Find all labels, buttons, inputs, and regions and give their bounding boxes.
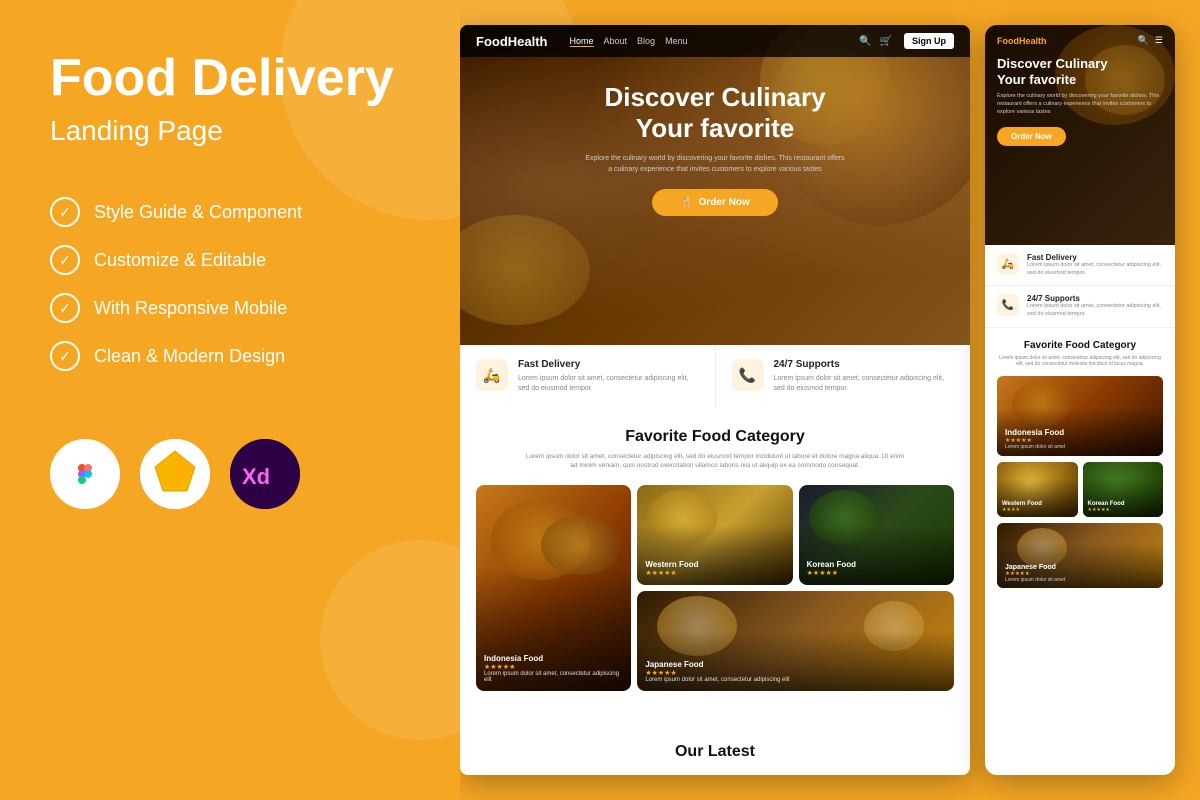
mobile-korean-stars: ★★★★★ [1088,507,1125,513]
hero-desc: Explore the culinary world by discoverin… [585,154,845,175]
support-desc: Lorem ipsum dolor sit amet, consectetur … [774,374,955,394]
mobile-logo: FoodHealth [997,36,1047,46]
food-category-section: Favorite Food Category Lorem ipsum dolor… [460,408,970,729]
mobile-western-name: Western Food [1002,501,1042,507]
mobile-japanese-name: Japanese Food [1005,564,1065,571]
fast-delivery-desc: Lorem ipsum dolor sit amet, consectetur … [518,374,699,394]
mobile-western-stars: ★★★★ [1002,507,1042,513]
desktop-nav: FoodHealth Home About Blog Menu 🔍 🛒 Sign… [460,25,970,57]
category-title: Favorite Food Category [476,428,954,446]
support-icon: 📞 [732,359,764,391]
hero-section: FoodHealth Home About Blog Menu 🔍 🛒 Sign… [460,25,970,345]
fast-delivery-title: Fast Delivery [518,359,699,370]
right-section: FoodHealth Home About Blog Menu 🔍 🛒 Sign… [460,0,1200,800]
signup-button[interactable]: Sign Up [904,33,954,49]
feature-card-delivery: 🛵 Fast Delivery Lorem ipsum dolor sit am… [460,345,716,408]
nav-home[interactable]: Home [570,36,594,47]
food-card-indonesia: Indonesia Food ★★★★★ Lorem ipsum dolor s… [476,485,631,691]
feature-card-support: 📞 24/7 Supports Lorem ipsum dolor sit am… [716,345,971,408]
mobile-preview: FoodHealth 🔍 ☰ Discover Culinary Your fa… [985,25,1175,775]
japanese-food-stars: ★★★★★ [645,669,789,677]
japanese-food-name: Japanese Food [645,660,789,669]
western-food-stars: ★★★★★ [645,569,698,577]
mobile-food-japanese: Japanese Food ★★★★★ Lorem ipsum dolor si… [997,523,1163,588]
indonesia-food-name: Indonesia Food [484,654,623,663]
sketch-icon [140,439,210,509]
our-latest-title: Our Latest [474,743,956,761]
category-desc: Lorem ipsum dolor sit amet, consectetur … [525,452,905,472]
desktop-preview: FoodHealth Home About Blog Menu 🔍 🛒 Sign… [460,25,970,775]
support-title: 24/7 Supports [774,359,955,370]
nav-links: Home About Blog Menu [570,36,688,47]
cart-icon[interactable]: 🛒 [880,36,892,47]
mobile-support-icon: 📞 [997,294,1019,316]
mobile-search-icon[interactable]: 🔍 [1138,35,1149,46]
check-icon-2: ✓ [50,245,80,275]
order-now-button[interactable]: 🍴 Order Now [652,189,778,216]
mobile-indonesia-name: Indonesia Food [1005,428,1065,437]
food-card-korean: Korean Food ★★★★★ [799,485,954,585]
indonesia-food-stars: ★★★★★ [484,663,623,671]
xd-icon: Xd [230,439,300,509]
nav-icons: 🔍 🛒 [859,36,892,47]
food-card-japanese: Japanese Food ★★★★★ Lorem ipsum dolor si… [637,591,954,691]
fork-icon: 🍴 [680,197,692,208]
mobile-hero-title: Discover Culinary Your favorite [997,56,1163,87]
mobile-indonesia-stars: ★★★★★ [1005,437,1065,444]
mobile-nav: FoodHealth 🔍 ☰ [997,35,1163,46]
mobile-delivery-title: Fast Delivery [1027,253,1163,262]
mobile-food-korean: Korean Food ★★★★★ [1083,462,1164,517]
feature-item-1: ✓ Style Guide & Component [50,197,410,227]
hero-title: Discover Culinary Your favorite [490,82,940,144]
nav-about[interactable]: About [604,36,628,47]
check-icon-4: ✓ [50,341,80,371]
mobile-category-title: Favorite Food Category [997,340,1163,351]
svg-text:Xd: Xd [242,464,270,489]
tool-icons: Xd [50,439,410,509]
mobile-hero: FoodHealth 🔍 ☰ Discover Culinary Your fa… [985,25,1175,245]
hero-content: Discover Culinary Your favorite Explore … [460,57,970,236]
mobile-korean-name: Korean Food [1088,501,1125,507]
our-latest-section: Our Latest [460,729,970,775]
mobile-nav-icons: 🔍 ☰ [1138,35,1163,46]
food-card-western: Western Food ★★★★★ [637,485,792,585]
mobile-food-indonesia: Indonesia Food ★★★★★ Lorem ipsum dolor s… [997,376,1163,456]
figma-icon [50,439,120,509]
mobile-delivery-icon: 🛵 [997,253,1019,275]
food-grid: Indonesia Food ★★★★★ Lorem ipsum dolor s… [476,485,954,691]
korean-food-name: Korean Food [807,560,856,569]
mobile-delivery-desc: Lorem ipsum dolor sit amet, consectetur … [1027,262,1163,277]
nav-blog[interactable]: Blog [637,36,655,47]
mobile-support-title: 24/7 Supports [1027,294,1163,303]
mobile-menu-icon[interactable]: ☰ [1155,35,1163,46]
nav-menu[interactable]: Menu [665,36,688,47]
korean-food-stars: ★★★★★ [807,569,856,577]
feature-item-2: ✓ Customize & Editable [50,245,410,275]
mobile-feature-support: 📞 24/7 Supports Lorem ipsum dolor sit am… [985,286,1175,327]
mobile-order-button[interactable]: Order Now [997,127,1066,146]
mobile-category-section: Favorite Food Category Lorem ipsum dolor… [985,328,1175,604]
check-icon-1: ✓ [50,197,80,227]
mobile-feature-delivery: 🛵 Fast Delivery Lorem ipsum dolor sit am… [985,245,1175,286]
feature-item-4: ✓ Clean & Modern Design [50,341,410,371]
left-panel: Food Delivery Landing Page ✓ Style Guide… [0,0,460,800]
mobile-category-desc: Lorem ipsum dolor sit amet, consectetur … [997,355,1163,368]
search-icon[interactable]: 🔍 [859,36,871,47]
feature-cards: 🛵 Fast Delivery Lorem ipsum dolor sit am… [460,345,970,408]
nav-logo: FoodHealth [476,34,548,49]
mobile-food-western: Western Food ★★★★ [997,462,1078,517]
mobile-support-desc: Lorem ipsum dolor sit amet, consectetur … [1027,303,1163,318]
mobile-hero-desc: Explore the culinary world by discoverin… [997,93,1163,116]
feature-item-3: ✓ With Responsive Mobile [50,293,410,323]
western-food-name: Western Food [645,560,698,569]
delivery-icon: 🛵 [476,359,508,391]
check-icon-3: ✓ [50,293,80,323]
features-list: ✓ Style Guide & Component ✓ Customize & … [50,197,410,389]
mobile-food-grid: Western Food ★★★★ Korean Food ★★★★★ [997,462,1163,517]
